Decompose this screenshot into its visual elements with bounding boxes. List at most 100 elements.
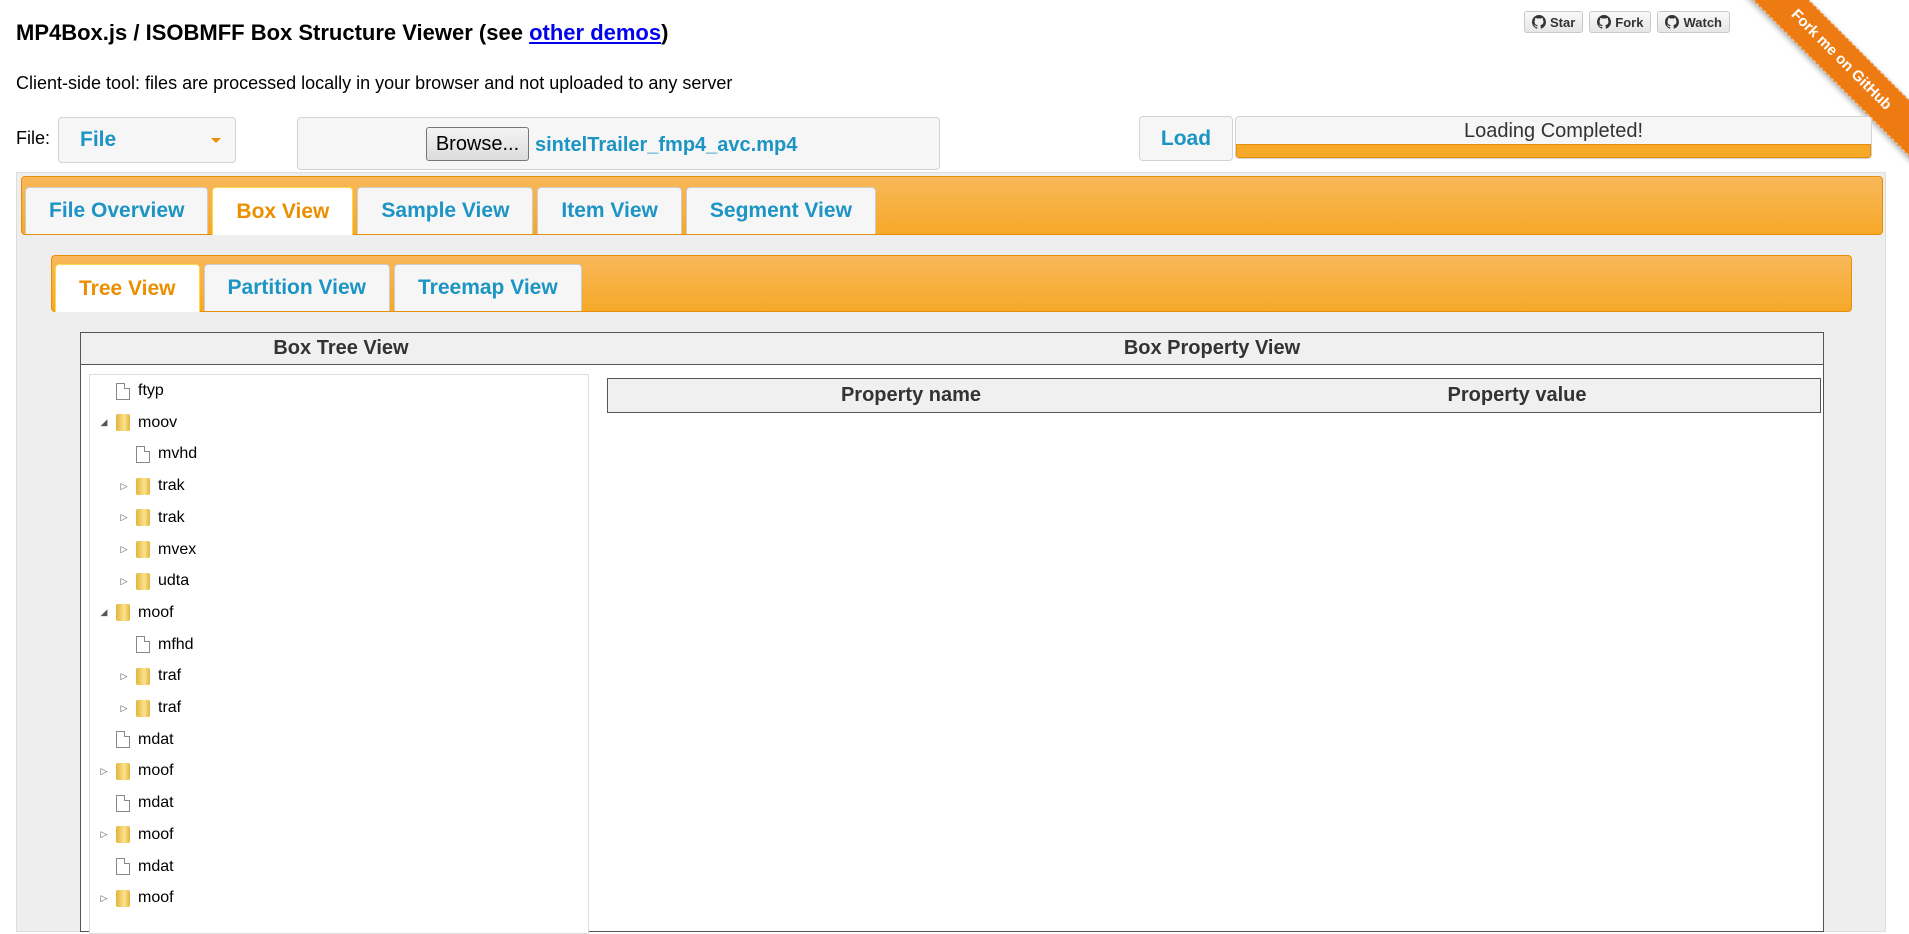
page-subtitle: Client-side tool: files are processed lo… — [16, 73, 733, 93]
progress-fill — [1236, 144, 1871, 158]
tree-node[interactable]: mdat — [98, 853, 174, 881]
file-icon — [136, 445, 150, 463]
tree-node[interactable]: ▷ moof — [98, 821, 174, 849]
main-tabs: File Overview Box View Sample View Item Vie… — [25, 187, 876, 235]
expand-toggle-icon[interactable]: ▷ — [98, 765, 110, 777]
github-fork-button[interactable]: Fork — [1589, 11, 1652, 33]
selected-file-name: sintelTrailer_fmp4_avc.mp4 — [535, 134, 798, 156]
tree-node-label: trak — [158, 508, 185, 526]
expand-toggle-icon[interactable]: ▷ — [118, 544, 130, 556]
main-tab-bar: File Overview Box View Sample View Item Vie… — [21, 176, 1883, 235]
expand-toggle-icon[interactable]: ▷ — [98, 892, 110, 904]
tree-node[interactable]: mfhd — [118, 631, 194, 659]
file-label: File: — [16, 128, 51, 148]
tree-node[interactable]: ▷ moof — [98, 884, 174, 912]
github-icon — [1665, 15, 1680, 29]
file-select-value: File — [80, 128, 117, 151]
expand-toggle-icon[interactable]: ▷ — [98, 829, 110, 841]
tree-node[interactable]: ▷ traf — [118, 694, 181, 722]
tree-node[interactable]: ▷ trak — [118, 472, 185, 500]
tree-node[interactable]: ▷ trak — [118, 504, 185, 532]
toggle-spacer — [118, 639, 130, 651]
watch-label: Watch — [1683, 14, 1722, 30]
folder-icon — [136, 667, 150, 685]
github-icon — [1532, 15, 1546, 29]
toggle-spacer — [118, 448, 130, 460]
folder-icon — [136, 477, 150, 495]
file-icon — [116, 382, 130, 400]
progress-label: Loading Completed! — [1463, 120, 1643, 142]
folder-icon — [116, 889, 130, 907]
box-view-content: Box Tree View Box Property View ftyp ◢ moo… — [80, 332, 1824, 934]
box-property-heading: Box Property View — [601, 333, 1823, 365]
tree-node[interactable]: mdat — [98, 789, 174, 817]
sub-tab-bar: Tree View Partition View Treemap View — [51, 255, 1852, 312]
tree-node-label: mvhd — [158, 445, 198, 463]
folder-icon — [136, 509, 150, 527]
box-tree[interactable]: ftyp ◢ moov mvhd ▷ trak ▷ trak ▷ mvex ▷ udta ◢ moof mf… — [89, 374, 589, 934]
title-prefix: MP4Box.js / ISOBMFF Box Structure Viewer… — [16, 20, 530, 45]
folder-icon — [136, 572, 150, 590]
folder-icon — [116, 414, 130, 432]
browse-button[interactable]: Browse... — [426, 127, 529, 161]
expand-toggle-icon[interactable]: ▷ — [118, 512, 130, 524]
folder-icon — [116, 604, 130, 622]
tree-node[interactable]: ◢ moof — [98, 599, 174, 627]
collapse-toggle-icon[interactable]: ◢ — [98, 417, 110, 429]
tree-node-label: ftyp — [138, 382, 164, 399]
toggle-spacer — [98, 861, 110, 873]
tab-sample-view[interactable]: Sample View — [357, 187, 534, 234]
file-icon — [116, 858, 130, 875]
tree-node[interactable]: ▷ udta — [118, 567, 189, 595]
tree-node-label: traf — [158, 667, 182, 685]
tree-node-label: trak — [158, 477, 185, 495]
expand-toggle-icon[interactable]: ▷ — [118, 575, 130, 587]
toggle-spacer — [98, 734, 110, 746]
tab-box-view[interactable]: Box View — [212, 187, 354, 235]
expand-toggle-icon[interactable]: ▷ — [118, 670, 130, 682]
tree-node-label: udta — [158, 572, 190, 590]
tree-node[interactable]: ▷ mvex — [118, 536, 196, 564]
tree-node-label: mdat — [138, 794, 174, 812]
tree-node-label: traf — [158, 699, 182, 716]
box-tree-heading: Box Tree View — [81, 333, 601, 365]
loading-progress-bar: Loading Completed! — [1235, 116, 1872, 159]
tab-segment-view[interactable]: Segment View — [685, 187, 876, 234]
collapse-toggle-icon[interactable]: ◢ — [98, 607, 110, 619]
tree-node[interactable]: mdat — [98, 726, 174, 754]
expand-toggle-icon[interactable]: ▷ — [118, 702, 130, 714]
toggle-spacer — [98, 385, 110, 397]
folder-icon — [136, 699, 150, 717]
tree-node[interactable]: ◢ moov — [98, 409, 177, 437]
fork-label: Fork — [1615, 14, 1644, 30]
folder-icon — [116, 762, 130, 780]
github-watch-button[interactable]: Watch — [1657, 11, 1730, 33]
tree-node-label: mvex — [158, 540, 197, 558]
file-input-panel: Browse... sintelTrailer_fmp4_avc.mp4 — [297, 117, 940, 170]
load-button[interactable]: Load — [1139, 116, 1233, 161]
folder-icon — [116, 826, 130, 844]
tree-node-label: mdat — [138, 857, 174, 875]
file-icon — [116, 794, 130, 812]
sub-tabs: Tree View Partition View Treemap View — [55, 264, 582, 312]
star-label: Star — [1550, 14, 1576, 30]
tree-node[interactable]: ▷ moof — [98, 757, 174, 785]
github-buttons: Star Fork Watch — [1524, 11, 1730, 33]
other-demos-link[interactable]: other demos — [529, 20, 661, 45]
subtab-treemap-view[interactable]: Treemap View — [394, 264, 582, 311]
tree-node[interactable]: ▷ traf — [118, 662, 181, 690]
github-star-button[interactable]: Star — [1524, 11, 1584, 33]
file-icon — [136, 636, 150, 654]
tree-node[interactable]: mvhd — [118, 440, 197, 468]
tab-item-view[interactable]: Item View — [537, 187, 682, 234]
tree-node-label: moov — [138, 413, 178, 431]
file-select[interactable]: File — [58, 117, 236, 163]
tab-file-overview[interactable]: File Overview — [25, 187, 209, 234]
tree-node[interactable]: ftyp — [98, 377, 164, 405]
expand-toggle-icon[interactable]: ▷ — [118, 480, 130, 492]
subtab-partition-view[interactable]: Partition View — [203, 264, 390, 311]
page-title: MP4Box.js / ISOBMFF Box Structure Viewer… — [16, 20, 668, 46]
tree-node-label: moof — [138, 889, 174, 907]
file-icon — [116, 731, 130, 749]
subtab-tree-view[interactable]: Tree View — [55, 264, 200, 312]
